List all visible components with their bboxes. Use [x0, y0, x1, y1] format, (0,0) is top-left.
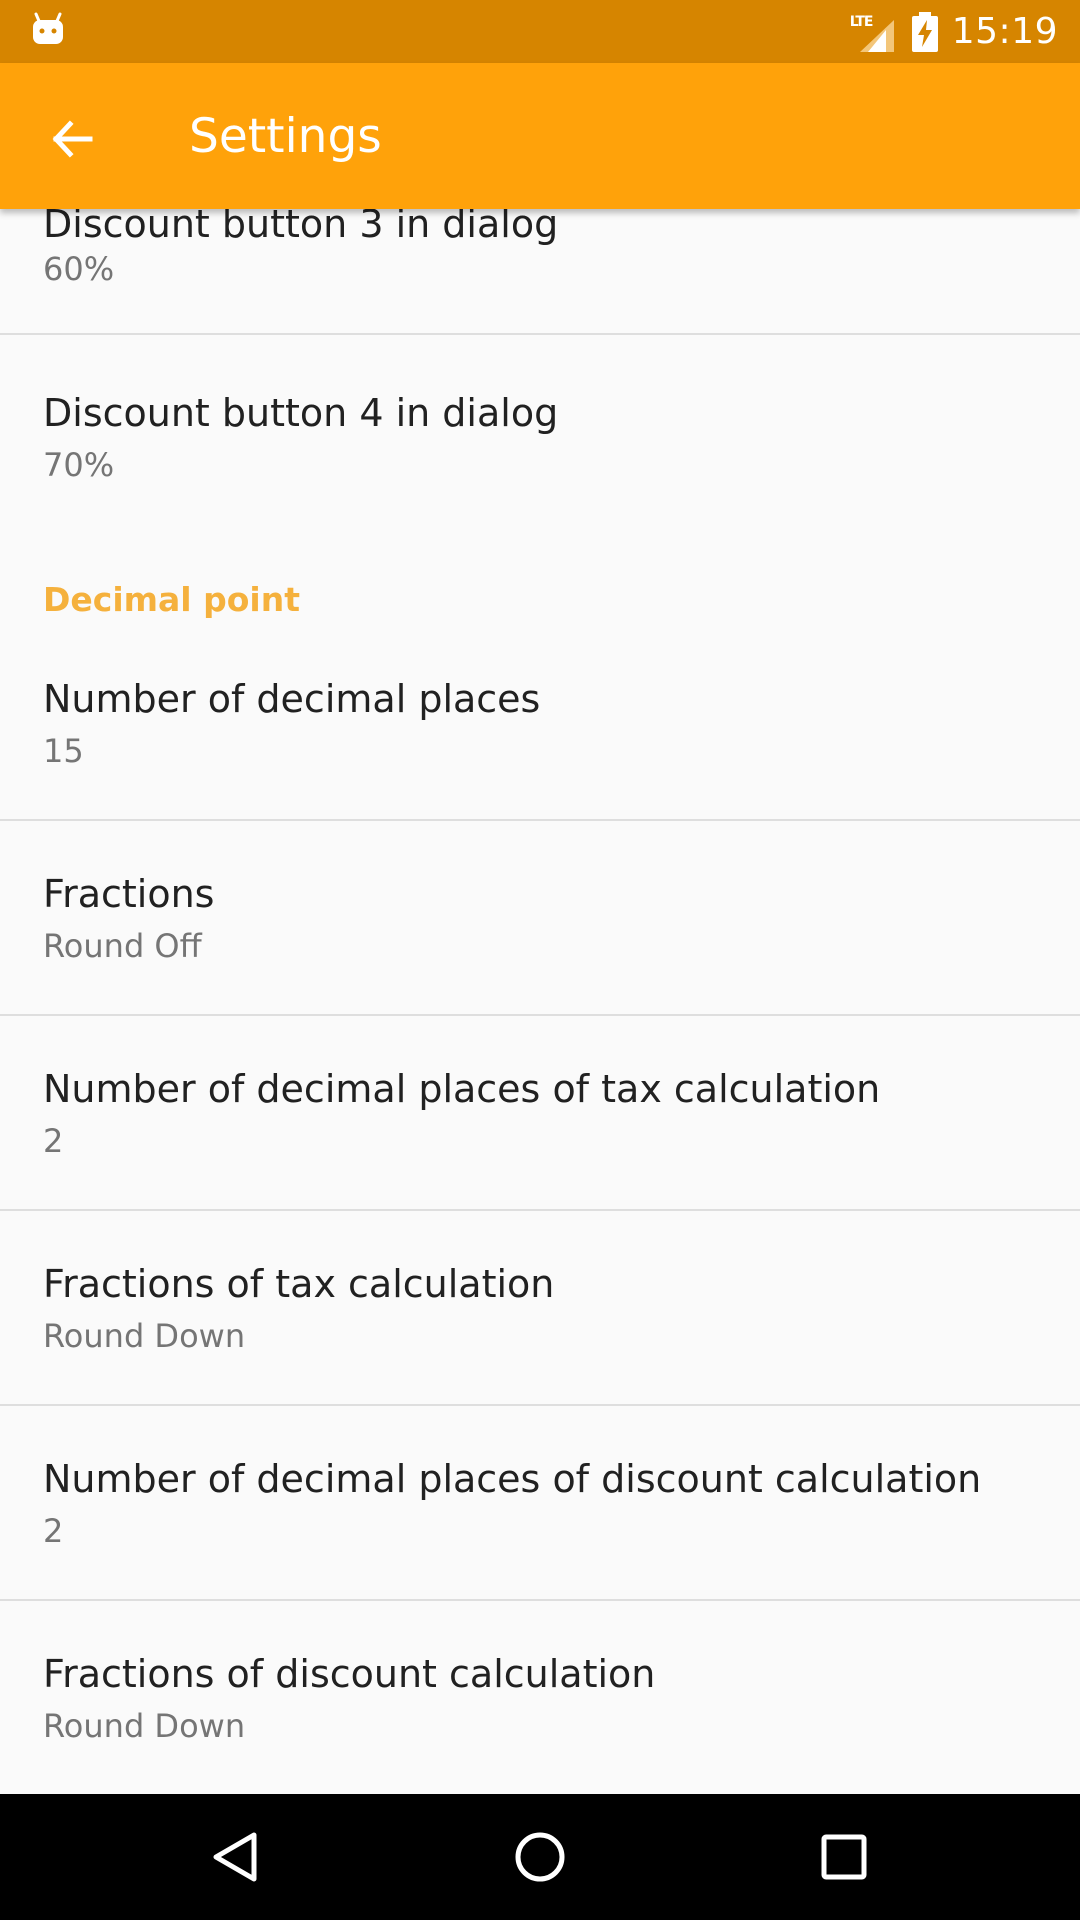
- android-icon: [33, 12, 63, 44]
- pref-summary: 70%: [43, 446, 115, 484]
- pref-summary: 15: [43, 732, 84, 770]
- pref-summary: Round Off: [43, 927, 202, 965]
- pref-decimal-places[interactable]: Number of decimal places 15: [0, 659, 1080, 819]
- recents-square-icon[interactable]: [814, 1827, 874, 1887]
- category-decimal-point: Decimal point: [43, 580, 300, 619]
- pref-tax-decimal-places[interactable]: Number of decimal places of tax calculat…: [0, 1016, 1080, 1209]
- pref-fractions[interactable]: Fractions Round Off: [0, 821, 1080, 1014]
- status-bar: LTE 15:19: [0, 0, 1080, 63]
- pref-discount-decimal-places[interactable]: Number of decimal places of discount cal…: [0, 1406, 1080, 1599]
- pref-title: Discount button 3 in dialog: [43, 209, 559, 246]
- app-bar: Settings: [0, 63, 1080, 209]
- navigation-bar: [0, 1794, 1080, 1920]
- battery-charging-icon: [911, 11, 938, 52]
- pref-title: Fractions: [43, 872, 215, 916]
- page-title: Settings: [189, 109, 382, 164]
- pref-summary: 2: [43, 1122, 64, 1160]
- pref-tax-fractions[interactable]: Fractions of tax calculation Round Down: [0, 1211, 1080, 1404]
- pref-discount-button-4[interactable]: Discount button 4 in dialog 70%: [0, 335, 1080, 515]
- pref-discount-fractions[interactable]: Fractions of discount calculation Round …: [0, 1601, 1080, 1794]
- pref-title: Number of decimal places: [43, 677, 541, 721]
- settings-list[interactable]: Discount button 3 in dialog 60% Discount…: [0, 209, 1080, 1794]
- back-triangle-icon[interactable]: [206, 1827, 266, 1887]
- arrow-back-icon: [52, 120, 93, 158]
- pref-title: Number of decimal places of discount cal…: [43, 1457, 982, 1501]
- back-button[interactable]: [36, 103, 108, 175]
- pref-title: Fractions of discount calculation: [43, 1652, 656, 1696]
- pref-title: Number of decimal places of tax calculat…: [43, 1067, 881, 1111]
- pref-title: Fractions of tax calculation: [43, 1262, 555, 1306]
- home-circle-icon[interactable]: [510, 1827, 570, 1887]
- pref-summary: 2: [43, 1512, 64, 1550]
- pref-title: Discount button 4 in dialog: [43, 391, 559, 435]
- pref-summary: Round Down: [43, 1707, 246, 1745]
- pref-summary: Round Down: [43, 1317, 246, 1355]
- clock: 15:19: [951, 11, 1058, 52]
- pref-summary: 60%: [43, 250, 115, 288]
- pref-discount-button-3[interactable]: Discount button 3 in dialog 60%: [0, 209, 1080, 331]
- lte-signal-icon: LTE: [850, 12, 898, 52]
